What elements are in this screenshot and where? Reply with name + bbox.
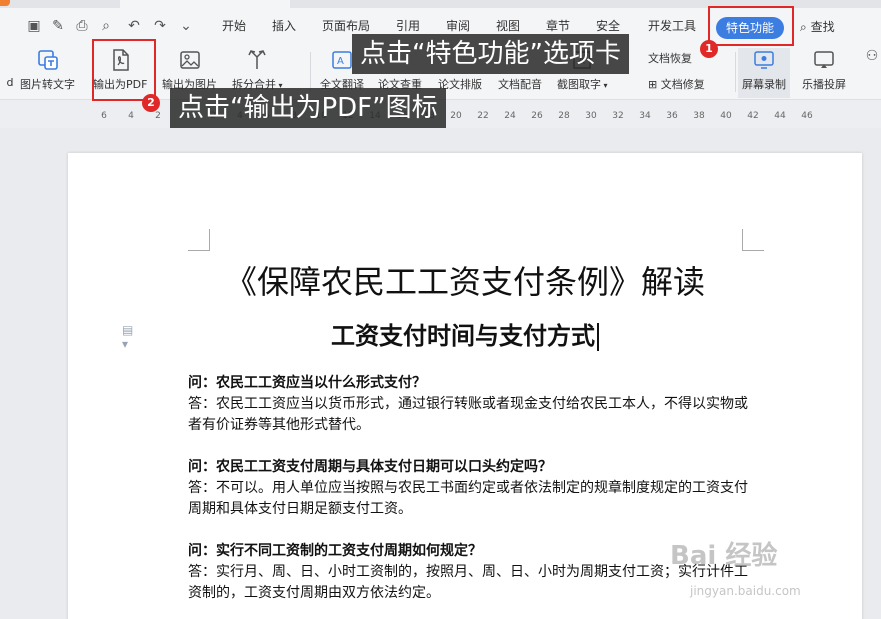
ruler-number: 2 bbox=[155, 111, 161, 121]
tab-review[interactable]: 审阅 bbox=[446, 18, 470, 34]
blank-icon bbox=[0, 48, 22, 72]
tool-label: 截图取字 bbox=[557, 78, 601, 91]
answer-text: 答：不可以。用人单位应当按照与农民工书面约定或者依法制定的规章制度规定的工资支付… bbox=[188, 480, 748, 517]
question-text: 问：农民工工资支付周期与具体支付日期可以口头约定吗？ bbox=[188, 459, 552, 475]
answer-text: 答：实行月、周、日、小时工资制的，按照月、周、日、小时为周期支付工资；实行计件工… bbox=[188, 564, 748, 601]
margin-corner-mark bbox=[188, 229, 210, 251]
ruler-number: 32 bbox=[612, 111, 624, 121]
search-button[interactable]: ⌕ 查找 bbox=[800, 18, 835, 35]
ruler-number: 26 bbox=[531, 111, 543, 121]
tab-sections[interactable]: 章节 bbox=[546, 18, 570, 34]
tab-references[interactable]: 引用 bbox=[396, 18, 420, 34]
document-tab-fragment[interactable] bbox=[120, 0, 290, 8]
ruler-number: 20 bbox=[450, 111, 462, 121]
ruler-number: 24 bbox=[504, 111, 516, 121]
ruler-number: 46 bbox=[801, 111, 813, 121]
repair-icon: ⊞ bbox=[648, 78, 658, 91]
ruler-number: 30 bbox=[585, 111, 597, 121]
text-cursor bbox=[597, 323, 599, 351]
doc-recover-button[interactable]: 文档恢复 bbox=[648, 50, 692, 66]
step-1-badge: 1 bbox=[700, 40, 718, 58]
tool-label: 图片转文字 bbox=[20, 78, 75, 91]
baidu-jingyan-watermark: Bai 经验 bbox=[670, 541, 778, 571]
image-to-text-icon bbox=[37, 50, 58, 70]
tool-label: 文档配音 bbox=[498, 78, 542, 91]
ruler-number: 40 bbox=[720, 111, 732, 121]
doc-repair-button[interactable]: ⊞ 文档修复 bbox=[648, 76, 705, 92]
toolbar-separator bbox=[310, 52, 311, 92]
svg-text:A: A bbox=[337, 56, 344, 67]
tab-security[interactable]: 安全 bbox=[596, 18, 620, 34]
step-1-callout: 点击“特色功能”选项卡 bbox=[352, 34, 629, 74]
save-icon[interactable]: ▣ bbox=[26, 18, 42, 34]
question-text: 问：农民工工资应当以什么形式支付？ bbox=[188, 375, 426, 391]
tab-insert[interactable]: 插入 bbox=[272, 18, 296, 34]
watermark-url: jingyan.baidu.com bbox=[690, 584, 801, 598]
tab-view[interactable]: 视图 bbox=[496, 18, 520, 34]
ruler-number: 44 bbox=[774, 111, 786, 121]
screen-record-button[interactable]: 屏幕录制 bbox=[738, 48, 790, 98]
answer-text: 答：农民工工资应当以货币形式，通过银行转账或者现金支付给农民工本人，不得以实物或… bbox=[188, 396, 748, 433]
tab-page-layout[interactable]: 页面布局 bbox=[322, 18, 370, 34]
margin-corner-mark bbox=[742, 229, 764, 251]
ruler-number: 38 bbox=[693, 111, 705, 121]
qa-item: 问：农民工工资应当以什么形式支付？ 答：农民工工资应当以货币形式，通过银行转账或… bbox=[188, 373, 748, 436]
search-label: 查找 bbox=[810, 20, 835, 34]
ruler-number: 6 bbox=[101, 111, 107, 121]
undo-icon[interactable]: ↶ bbox=[126, 18, 142, 34]
user-add-button[interactable]: ⚇ bbox=[860, 48, 881, 76]
document-title: 《保障农民工工资支付条例》解读 bbox=[224, 263, 705, 301]
ruler-number: 4 bbox=[128, 111, 134, 121]
step-2-callout: 点击“输出为PDF”图标 bbox=[170, 88, 446, 128]
toolbar-separator bbox=[735, 52, 736, 92]
tool-label: d bbox=[6, 76, 14, 89]
split-merge-button[interactable]: 拆分合并 ▾ bbox=[232, 48, 283, 92]
qa-item: 问：农民工工资支付周期与具体支付日期可以口头约定吗？ 答：不可以。用人单位应当按… bbox=[188, 457, 748, 520]
highlight-special-features-tab bbox=[708, 6, 794, 46]
tool-label: 文档恢复 bbox=[648, 52, 692, 65]
tab-home[interactable]: 开始 bbox=[222, 18, 246, 34]
ruler-number: 28 bbox=[558, 111, 570, 121]
screen-cast-icon bbox=[814, 51, 834, 68]
tool-label: 乐播投屏 bbox=[802, 78, 846, 91]
ruler-number: 42 bbox=[747, 111, 759, 121]
format-painter-icon[interactable]: ✎ bbox=[50, 18, 66, 34]
highlight-export-pdf-button bbox=[92, 39, 156, 101]
translate-icon: A bbox=[332, 51, 352, 69]
app-logo-fragment bbox=[0, 0, 10, 6]
export-image-button[interactable]: 输出为图片 bbox=[162, 48, 217, 92]
step-2-badge: 2 bbox=[142, 94, 160, 112]
ruler-number: 22 bbox=[477, 111, 489, 121]
document-subtitle: 工资支付时间与支付方式 bbox=[68, 316, 862, 351]
tool-label: ⊞ 文档修复 bbox=[648, 78, 705, 91]
print-icon[interactable]: ⎙ bbox=[74, 18, 90, 34]
tab-developer-tools[interactable]: 开发工具 bbox=[648, 18, 696, 34]
image-to-text-button[interactable]: 图片转文字 bbox=[20, 48, 75, 92]
ruler-number: 36 bbox=[666, 111, 678, 121]
toolbar-item-cut-off[interactable]: d bbox=[0, 48, 22, 89]
question-text: 问：实行不同工资制的工资支付周期如何规定？ bbox=[188, 543, 482, 559]
search-icon: ⌕ bbox=[800, 20, 807, 34]
redo-icon[interactable]: ↷ bbox=[152, 18, 168, 34]
screen-cast-button[interactable]: 乐播投屏 bbox=[802, 48, 846, 92]
ruler-number: 34 bbox=[639, 111, 651, 121]
qa-item: 问：实行不同工资制的工资支付周期如何规定？ 答：实行月、周、日、小时工资制的，按… bbox=[188, 541, 748, 604]
print-preview-icon[interactable]: ⌕ bbox=[98, 18, 114, 34]
image-export-icon bbox=[179, 51, 200, 69]
screen-record-icon bbox=[754, 51, 774, 69]
split-merge-icon bbox=[248, 50, 266, 69]
tool-label: 屏幕录制 bbox=[742, 78, 786, 91]
chevron-down-icon[interactable]: ⌄ bbox=[178, 18, 194, 34]
user-add-icon: ⚇ bbox=[865, 48, 879, 64]
